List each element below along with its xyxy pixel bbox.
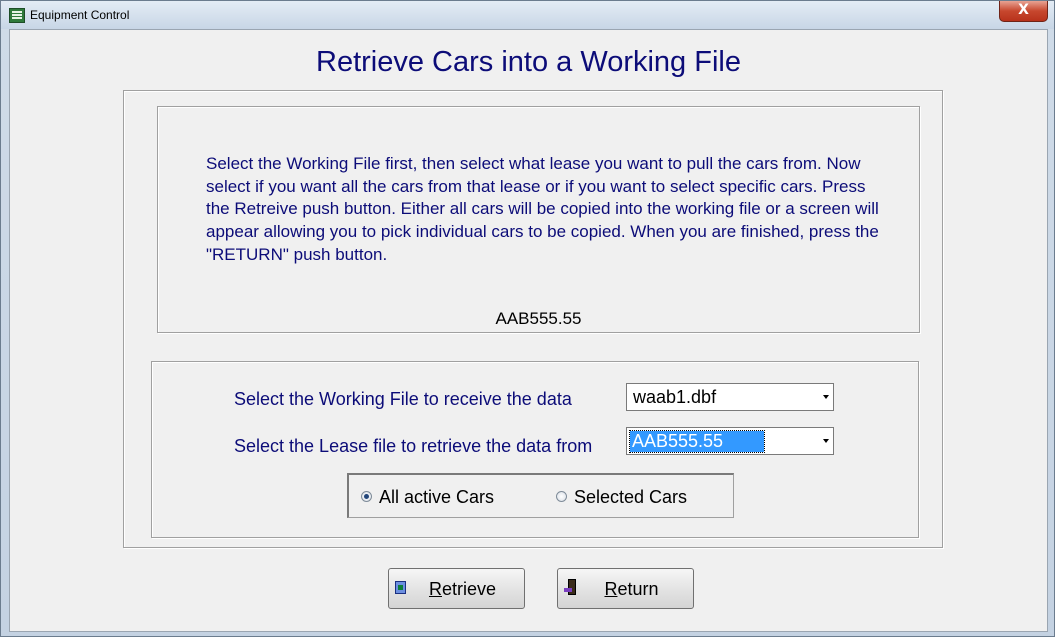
dialog-client-area: Retrieve Cars into a Working File Select… — [9, 29, 1048, 632]
instructions-box: Select the Working File first, then sele… — [157, 106, 920, 333]
retrieve-hotkey: R — [428, 579, 442, 599]
app-window: Equipment Control X Retrieve Cars into a… — [0, 0, 1055, 637]
working-file-label: Select the Working File to receive the d… — [234, 389, 572, 409]
return-button-label: Return — [558, 579, 693, 600]
lease-file-dropdown[interactable]: AAB555.55 — [626, 427, 834, 455]
chevron-down-icon[interactable] — [823, 439, 829, 443]
instructions-text: Select the Working File first, then sele… — [206, 154, 879, 264]
page-title: Retrieve Cars into a Working File — [316, 46, 741, 78]
window-title: Equipment Control — [30, 8, 130, 22]
radio-unchecked-icon[interactable] — [556, 491, 567, 502]
lease-file-value: AAB555.55 — [629, 430, 765, 453]
car-selection-radio-group: All active Cars Selected Cars — [347, 473, 734, 518]
title-bar[interactable]: Equipment Control X — [1, 1, 1054, 29]
radio-selected-cars-label: Selected Cars — [574, 487, 688, 507]
app-icon — [9, 8, 25, 23]
working-file-value: waab1.dbf — [633, 387, 717, 407]
working-file-dropdown[interactable]: waab1.dbf — [626, 383, 834, 411]
return-label-text: eturn — [617, 579, 659, 599]
retrieve-button-label: Retrieve — [389, 579, 524, 600]
return-button[interactable]: Return — [557, 568, 694, 609]
return-hotkey: R — [604, 579, 618, 599]
close-button[interactable]: X — [999, 1, 1048, 22]
lease-file-label: Select the Lease file to retrieve the da… — [234, 436, 593, 456]
chevron-down-icon[interactable] — [823, 395, 829, 399]
radio-all-active-cars-label: All active Cars — [379, 487, 495, 507]
retrieve-button[interactable]: Retrieve — [388, 568, 525, 609]
retrieve-label-text: etrieve — [441, 579, 497, 599]
current-lease-label: AAB555.55 — [495, 309, 582, 328]
radio-checked-icon[interactable] — [361, 491, 372, 502]
